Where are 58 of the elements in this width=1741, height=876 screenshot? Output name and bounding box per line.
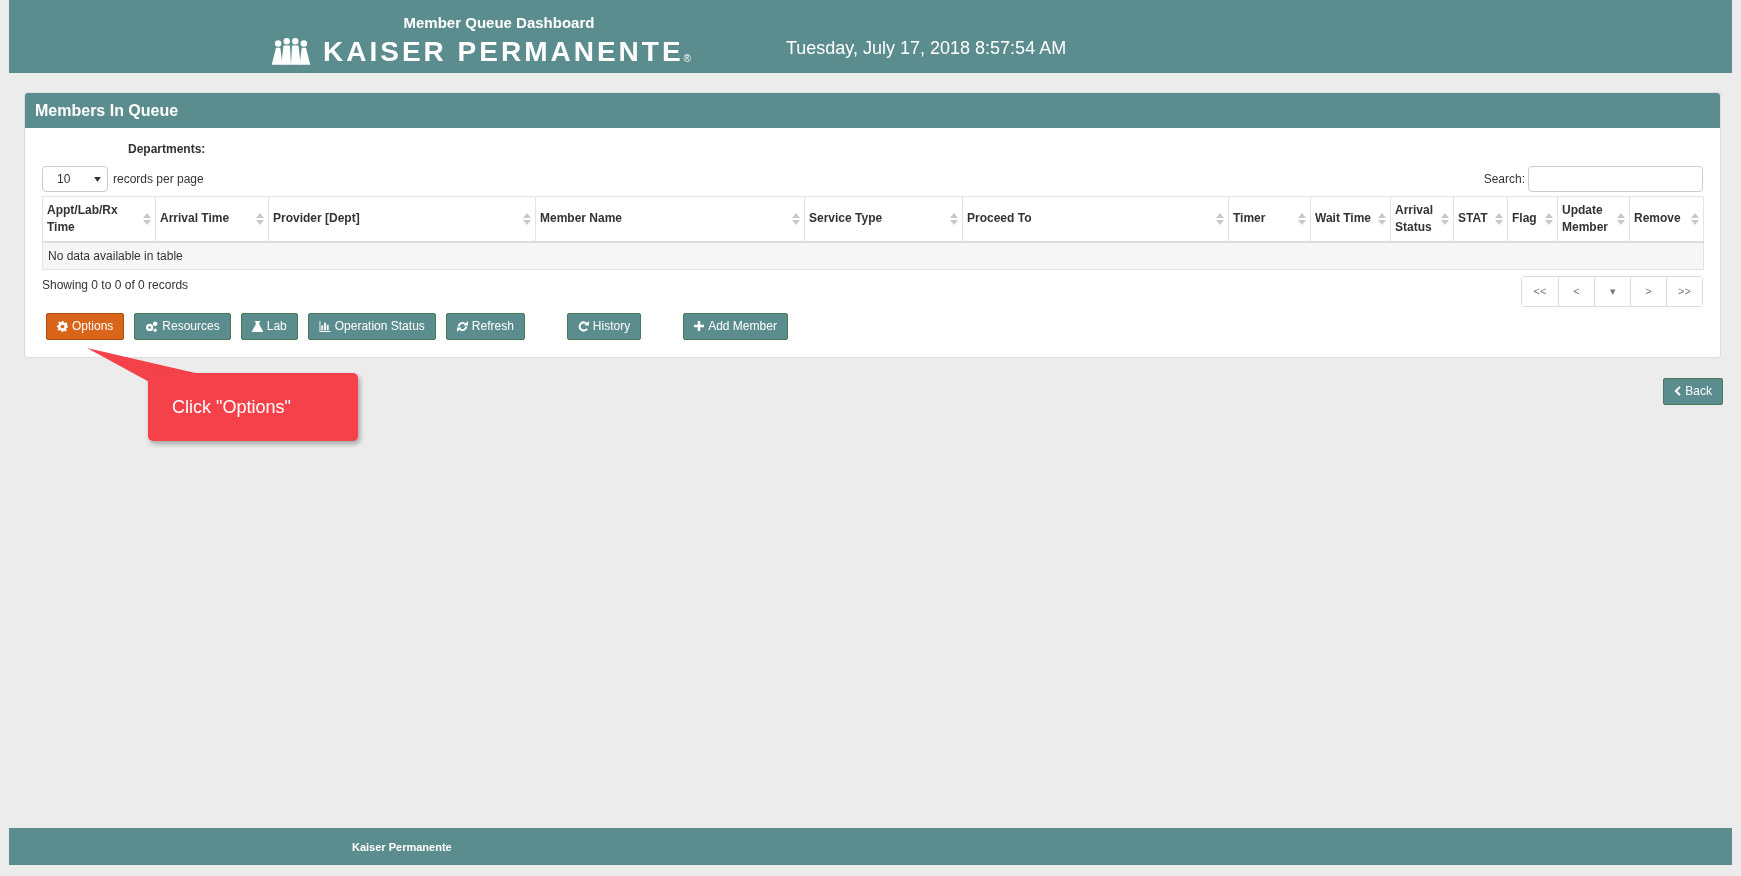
column-header[interactable]: Proceed To — [962, 196, 1229, 242]
column-header[interactable]: Appt/Lab/Rx Time — [42, 196, 156, 242]
gears-icon — [145, 320, 159, 332]
gear-icon — [57, 320, 68, 332]
sort-icon — [1441, 212, 1449, 225]
back-button[interactable]: Back — [1663, 377, 1723, 405]
column-header[interactable]: Remove — [1629, 196, 1704, 242]
flask-icon — [251, 320, 263, 332]
column-header[interactable]: Service Type — [804, 196, 963, 242]
departments-label: Departments: — [128, 142, 207, 156]
sort-icon — [950, 212, 958, 225]
sort-icon — [1495, 212, 1503, 225]
bar-chart-icon — [318, 320, 331, 332]
sort-icon — [1298, 212, 1306, 225]
column-header[interactable]: Provider [Dept] — [268, 196, 536, 242]
column-header[interactable]: Wait Time — [1310, 196, 1391, 242]
empty-table-message: No data available in table — [42, 241, 1704, 269]
action-button[interactable]: Add Member — [683, 312, 788, 340]
column-header[interactable]: Timer — [1228, 196, 1311, 242]
sort-icon — [1691, 212, 1699, 225]
search-field[interactable] — [1528, 166, 1703, 192]
sort-icon — [256, 212, 264, 225]
action-button[interactable]: Options — [46, 312, 125, 340]
registered-mark: ® — [683, 53, 691, 64]
sort-icon — [1378, 212, 1386, 225]
sort-icon — [143, 212, 151, 225]
column-header[interactable]: Update Member — [1557, 196, 1630, 242]
column-header[interactable]: Flag — [1507, 196, 1558, 242]
page-size-select[interactable]: 10 — [42, 166, 108, 192]
column-header[interactable]: Member Name — [535, 196, 805, 242]
sort-icon — [523, 212, 531, 225]
sort-icon — [792, 212, 800, 225]
panel-title: Members In Queue — [35, 101, 179, 120]
action-button[interactable]: History — [566, 312, 642, 340]
page-size-label: records per page — [113, 172, 204, 186]
sort-icon — [1617, 212, 1625, 225]
column-header[interactable]: Arrival Time — [155, 196, 269, 242]
column-header[interactable]: STAT — [1453, 196, 1508, 242]
records-info: Showing 0 to 0 of 0 records — [42, 277, 189, 292]
action-button[interactable]: Refresh — [445, 312, 525, 340]
caret-icon — [94, 176, 101, 182]
action-button[interactable]: Lab — [240, 312, 298, 340]
footer-text: Kaiser Permanente — [352, 840, 452, 853]
chevron-left-icon — [1674, 386, 1682, 396]
callout: Click "Options" — [148, 373, 358, 441]
search-label: Search: — [1483, 172, 1525, 186]
dashboard-title: Member Queue Dashboard — [403, 14, 595, 31]
logo-wordmark: KAISER PERMANENTE — [323, 37, 684, 67]
date-time: Tuesday, July 17, 2018 8:57:54 AM — [785, 38, 1067, 60]
pagination-button[interactable]: >> — [1666, 276, 1702, 306]
sort-icon — [1216, 212, 1224, 225]
sort-icon — [1545, 212, 1553, 225]
action-button[interactable]: Operation Status — [307, 312, 436, 340]
action-button[interactable]: Resources — [134, 312, 231, 340]
column-header[interactable]: Arrival Status — [1390, 196, 1454, 242]
history-icon — [577, 320, 589, 332]
plus-icon — [694, 321, 705, 331]
refresh-icon — [456, 320, 468, 332]
